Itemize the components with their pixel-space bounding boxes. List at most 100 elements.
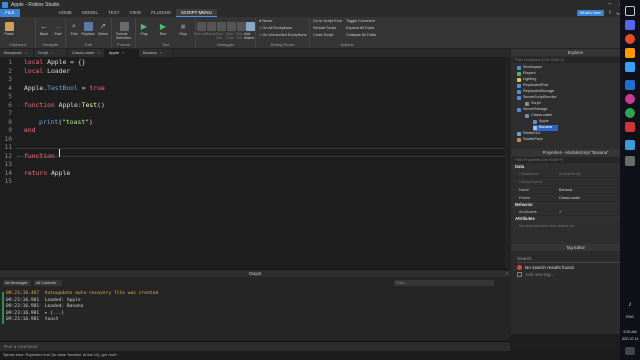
close-tab-icon[interactable]: × bbox=[122, 49, 124, 57]
all-exceptions-option[interactable]: ○ On All Exceptions bbox=[259, 26, 292, 30]
find-button[interactable]: ⌕ Find bbox=[67, 22, 81, 36]
messages-filter-dropdown[interactable]: All Messages bbox=[3, 280, 31, 286]
fold-arrow-icon[interactable]: ⌄ bbox=[17, 102, 20, 107]
resume-icon bbox=[196, 22, 206, 31]
find-icon: ⌕ bbox=[72, 23, 76, 30]
app-icon[interactable] bbox=[625, 156, 635, 166]
fold-arrow-icon[interactable]: ⌄ bbox=[17, 153, 20, 158]
code-line-14: return Apple bbox=[24, 168, 71, 177]
line-number: 11 bbox=[4, 144, 12, 151]
settings-app-icon[interactable] bbox=[625, 140, 635, 150]
never-option[interactable]: ● Never bbox=[259, 19, 273, 23]
menu-home[interactable]: HOME bbox=[54, 9, 78, 17]
discord-icon[interactable] bbox=[625, 20, 635, 30]
menu-plugins[interactable]: PLUGINS bbox=[146, 9, 176, 17]
tab-baseplate[interactable]: Baseplate × bbox=[0, 49, 34, 57]
tree-item-players[interactable]: Players bbox=[517, 71, 536, 77]
whats-new-button[interactable]: What's New bbox=[576, 10, 604, 16]
close-script-button[interactable]: Close Script bbox=[313, 33, 333, 37]
test-label: Test bbox=[161, 42, 170, 47]
tree-item-classloader[interactable]: ClassLoader bbox=[525, 113, 552, 119]
add-watch-button[interactable]: Add Watch bbox=[244, 22, 256, 40]
no-results-message: No search results found. bbox=[517, 265, 634, 270]
expand-all-folds-button[interactable]: Expand All Folds bbox=[346, 26, 374, 30]
app-icon[interactable] bbox=[625, 62, 635, 72]
paste-button[interactable]: Paste bbox=[2, 22, 16, 36]
roblox-studio-taskbar-icon[interactable] bbox=[625, 80, 635, 90]
keyboard-language[interactable]: ENG bbox=[622, 315, 638, 319]
menu-file[interactable]: FILE bbox=[0, 9, 20, 17]
status-bar: Syntax error: Expected 'end' (to close '… bbox=[0, 351, 620, 360]
media-icon[interactable] bbox=[625, 122, 635, 132]
script-editor[interactable]: 1 2 3 4 5 6 7 8 9 10 11 12 13 14 15 ⌄ ⌄ … bbox=[0, 57, 505, 269]
step-into-button[interactable]: Step Into bbox=[216, 22, 226, 40]
tree-item-starterpack[interactable]: StarterPack bbox=[517, 137, 543, 143]
play-button[interactable]: ▶ Play bbox=[137, 22, 151, 36]
tab-apple[interactable]: Apple × bbox=[104, 49, 139, 57]
tree-item-replicatedstorage[interactable]: ReplicatedStorage bbox=[517, 89, 554, 95]
replace-button[interactable]: Replace bbox=[81, 22, 95, 36]
tab-classloader[interactable]: ClassLoader × bbox=[68, 49, 105, 57]
tab-banana[interactable]: Banana × bbox=[138, 49, 173, 57]
back-button[interactable]: ← Back bbox=[37, 22, 51, 36]
tab-script[interactable]: Script × bbox=[34, 49, 68, 57]
close-tab-icon[interactable]: × bbox=[97, 49, 99, 57]
minimize-icon[interactable]: – bbox=[608, 1, 611, 8]
run-button[interactable]: ▶ Run bbox=[156, 22, 170, 36]
contexts-filter-dropdown[interactable]: All Contexts bbox=[34, 280, 62, 286]
notifications-icon[interactable] bbox=[625, 347, 635, 355]
tag-search-input[interactable]: Search bbox=[517, 255, 636, 263]
resume-button[interactable]: Resume bbox=[194, 22, 208, 36]
collapse-all-folds-button[interactable]: Collapse All Folds bbox=[346, 33, 376, 37]
spotify-icon[interactable] bbox=[625, 108, 635, 118]
modulescript-icon bbox=[533, 119, 537, 124]
menu-test[interactable]: TEST bbox=[103, 9, 125, 17]
command-bar[interactable]: Run a command bbox=[0, 341, 510, 351]
format-selection-button[interactable]: Format Selection bbox=[116, 22, 133, 40]
tree-item-serverstorage[interactable]: ServerStorage bbox=[517, 107, 547, 113]
pause-button[interactable]: Pause bbox=[206, 22, 216, 36]
tree-item-startergui[interactable]: StarterGui bbox=[517, 131, 540, 137]
line-number: 12 bbox=[4, 152, 12, 160]
menu-view[interactable]: VIEW bbox=[125, 9, 147, 17]
browser-icon[interactable] bbox=[625, 34, 635, 44]
output-header: Output × bbox=[0, 270, 510, 277]
debug-errors-group: ● Never ○ On All Exceptions ○ On Unhandl… bbox=[256, 18, 310, 48]
tree-item-banana[interactable]: Banana bbox=[533, 125, 559, 131]
menu-script-menu[interactable]: SCRIPT MENU bbox=[175, 9, 217, 17]
output-filter-input[interactable]: Filter... bbox=[394, 280, 494, 286]
stop-button[interactable]: ■ Stop bbox=[176, 22, 190, 36]
close-tab-icon[interactable]: × bbox=[25, 49, 27, 57]
command-bar-input[interactable]: Run a command bbox=[4, 344, 38, 349]
unhandled-exceptions-option[interactable]: ○ On Unhandled Exceptions bbox=[259, 33, 306, 37]
messenger-icon[interactable] bbox=[625, 94, 635, 104]
log-line[interactable]: 09:23:16.981 ▸ {...} bbox=[6, 311, 64, 316]
close-tab-icon[interactable]: × bbox=[160, 49, 162, 57]
reload-script-button[interactable]: Reload Script bbox=[313, 26, 336, 30]
clock-date[interactable]: 2021-07-14 bbox=[620, 337, 640, 341]
forward-button[interactable]: → Fwd bbox=[51, 22, 65, 36]
close-tab-icon[interactable]: × bbox=[51, 49, 53, 57]
add-tag-input[interactable]: Add new tag... bbox=[517, 272, 634, 277]
tree-item-apple[interactable]: Apple bbox=[533, 119, 549, 125]
select-button[interactable]: ➚ Select bbox=[96, 22, 110, 36]
tree-item-replicatedfirst[interactable]: ReplicatedFirst bbox=[517, 83, 548, 89]
menu-model[interactable]: MODEL bbox=[77, 9, 103, 17]
navigate-group: ← Back → Fwd Navigate bbox=[36, 18, 66, 48]
code-line-4: Apple.TestBool = true bbox=[24, 83, 105, 92]
tree-item-workspace[interactable]: Workspace bbox=[517, 65, 542, 71]
tree-item-script[interactable]: Script bbox=[525, 101, 541, 107]
replace-icon bbox=[83, 22, 93, 31]
goto-script-error-button[interactable]: Go to Script Error bbox=[313, 19, 343, 23]
close-icon[interactable]: × bbox=[506, 270, 508, 277]
line-number: 1 bbox=[8, 59, 12, 66]
share-icon[interactable]: ⇪ bbox=[608, 10, 612, 16]
file-explorer-icon[interactable] bbox=[625, 48, 635, 58]
tree-item-serverscriptservice[interactable]: ServerScriptService bbox=[517, 95, 557, 101]
toggle-comment-button[interactable]: Toggle Comment bbox=[346, 19, 375, 23]
clock-time[interactable]: 9:25 AM bbox=[620, 330, 640, 334]
step-over-button[interactable]: Step Over bbox=[226, 22, 236, 40]
tree-item-lighting[interactable]: Lighting bbox=[517, 77, 536, 83]
windows-start-icon[interactable] bbox=[625, 6, 635, 16]
volume-icon[interactable]: ♪ bbox=[625, 300, 635, 310]
